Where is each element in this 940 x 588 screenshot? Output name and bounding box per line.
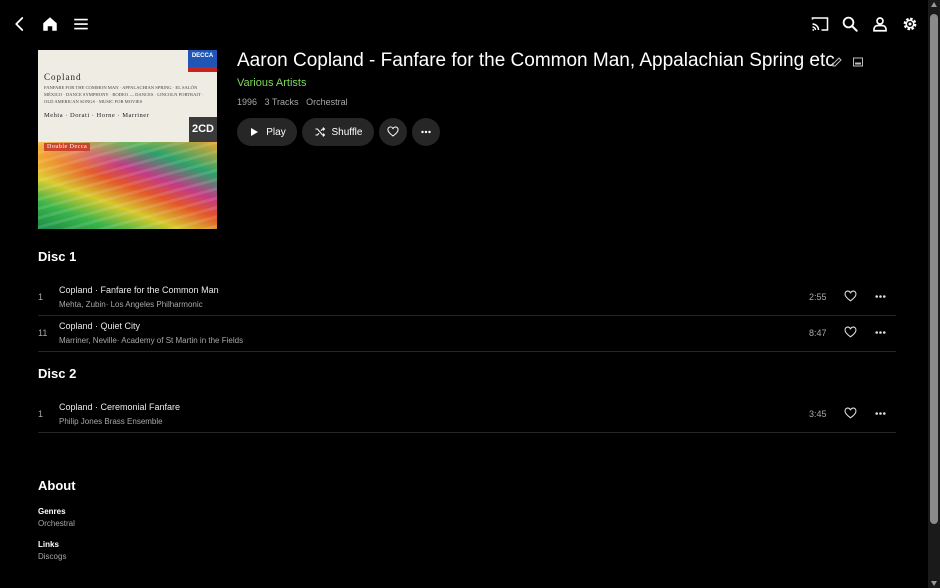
- play-icon: [251, 128, 259, 136]
- cast-icon[interactable]: [809, 13, 831, 35]
- track-duration: 3:45: [809, 409, 827, 419]
- home-icon[interactable]: [39, 13, 61, 35]
- track-title[interactable]: Copland · Fanfare for the Common Man: [59, 285, 219, 295]
- about-heading: About: [38, 478, 76, 493]
- cover-composer: Copland: [44, 72, 82, 82]
- menu-icon[interactable]: [70, 13, 92, 35]
- album-track-count: 3 Tracks: [264, 97, 299, 107]
- track-duration: 2:55: [809, 292, 827, 302]
- track-artist[interactable]: Mehta, Zubin· Los Angeles Philharmonic: [59, 300, 203, 309]
- album-year: 1996: [237, 97, 258, 107]
- discogs-link[interactable]: Discogs: [38, 552, 66, 561]
- track-artist[interactable]: Marriner, Neville· Academy of St Martin …: [59, 336, 243, 345]
- track-number: 1: [38, 409, 44, 419]
- track-title[interactable]: Copland · Ceremonial Fanfare: [59, 402, 180, 412]
- heart-icon: [387, 126, 399, 137]
- search-icon[interactable]: [839, 13, 861, 35]
- track-duration: 8:47: [809, 328, 827, 338]
- track-row[interactable]: 1 Copland · Fanfare for the Common Man M…: [38, 280, 896, 316]
- cover-performers: Mehta · Dorati · Horne · Marriner: [44, 112, 150, 119]
- track-row[interactable]: 1 Copland · Ceremonial Fanfare Philip Jo…: [38, 397, 896, 433]
- shuffle-button[interactable]: Shuffle: [302, 118, 374, 146]
- cover-series-label: Double Decca: [44, 143, 91, 151]
- track-artist[interactable]: Philip Jones Brass Ensemble: [59, 417, 163, 426]
- links-label: Links: [38, 540, 59, 549]
- scroll-up-arrow-icon[interactable]: [931, 2, 937, 7]
- heart-icon[interactable]: [844, 326, 857, 339]
- more-icon[interactable]: [874, 326, 887, 339]
- play-button[interactable]: Play: [237, 118, 297, 146]
- scrollbar[interactable]: [928, 0, 940, 588]
- scroll-down-arrow-icon[interactable]: [931, 581, 937, 586]
- heart-icon[interactable]: [844, 290, 857, 303]
- genres-value[interactable]: Orchestral: [38, 519, 75, 528]
- genres-label: Genres: [38, 507, 66, 516]
- cover-works: Fanfare for the Common Man · Appalachian…: [44, 85, 204, 104]
- top-bar: [0, 0, 928, 50]
- track-number: 1: [38, 292, 44, 302]
- shuffle-label: Shuffle: [331, 126, 363, 138]
- album-cover[interactable]: DECCA Copland Fanfare for the Common Man…: [38, 50, 217, 229]
- favorite-button[interactable]: [379, 118, 407, 146]
- back-icon[interactable]: [9, 13, 31, 35]
- more-icon[interactable]: [874, 407, 887, 420]
- edit-icon[interactable]: [831, 55, 843, 67]
- track-row[interactable]: 11 Copland · Quiet City Marriner, Nevill…: [38, 316, 896, 352]
- play-label: Play: [266, 126, 286, 138]
- disc-heading: Disc 1: [38, 249, 77, 264]
- user-icon[interactable]: [869, 13, 891, 35]
- decca-logo: DECCA: [188, 50, 217, 72]
- album-meta: 1996 3 Tracks Orchestral: [237, 97, 353, 107]
- settings-icon[interactable]: [899, 13, 921, 35]
- heart-icon[interactable]: [844, 407, 857, 420]
- album-title: Aaron Copland - Fanfare for the Common M…: [237, 50, 835, 71]
- album-genre[interactable]: Orchestral: [306, 97, 348, 107]
- disc-heading: Disc 2: [38, 366, 77, 381]
- cover-disc-badge: 2CD: [189, 117, 217, 142]
- more-options-button[interactable]: [412, 118, 440, 146]
- track-number: 11: [38, 328, 48, 338]
- image-icon[interactable]: [852, 55, 864, 67]
- more-icon: [421, 130, 431, 134]
- album-artist-link[interactable]: Various Artists: [237, 77, 307, 89]
- shuffle-icon: [315, 127, 325, 137]
- cover-artwork: [38, 142, 217, 229]
- scrollbar-thumb[interactable]: [930, 14, 938, 524]
- more-icon[interactable]: [874, 290, 887, 303]
- track-title[interactable]: Copland · Quiet City: [59, 321, 140, 331]
